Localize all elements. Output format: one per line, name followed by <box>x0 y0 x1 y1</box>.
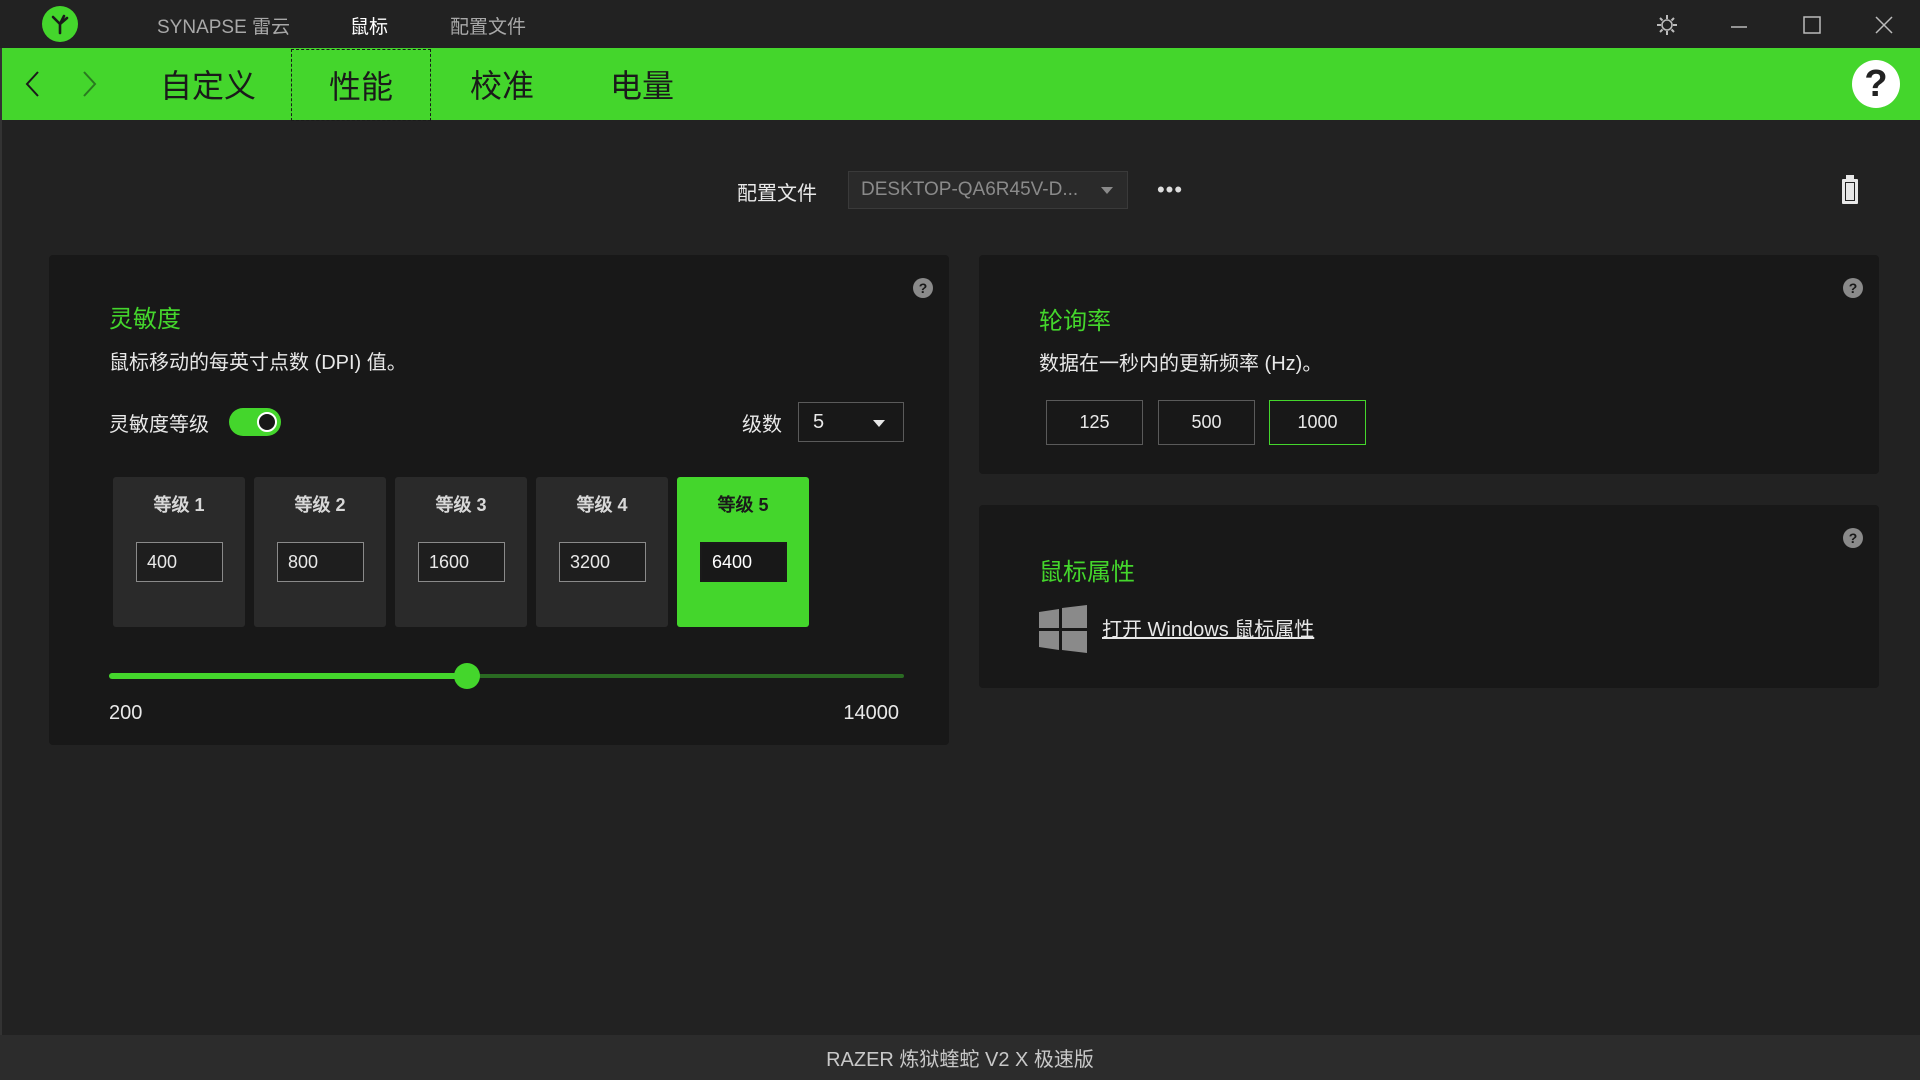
dpi-stage-input[interactable]: 3200 <box>559 542 646 582</box>
dpi-stage-label: 等级 5 <box>717 495 769 515</box>
profile-dropdown[interactable]: DESKTOP-QA6R45V-D... <box>848 171 1128 209</box>
polling-help-icon[interactable]: ? <box>1843 278 1863 298</box>
sensitivity-stages-label: 灵敏度等级 <box>109 414 209 436</box>
dpi-stage-input[interactable]: 1600 <box>418 542 505 582</box>
sensitivity-title: 灵敏度 <box>109 306 181 333</box>
polling-1000-button[interactable]: 1000 <box>1269 400 1366 445</box>
levels-dropdown[interactable]: 5 <box>798 402 904 442</box>
chevron-down-icon <box>1101 187 1113 194</box>
polling-title: 轮询率 <box>1039 308 1111 335</box>
windows-logo-icon <box>1039 605 1087 653</box>
dpi-stage-input[interactable]: 6400 <box>700 542 787 582</box>
levels-label: 级数 <box>742 414 782 436</box>
sensitivity-help-icon[interactable]: ? <box>913 278 933 298</box>
polling-500-button[interactable]: 500 <box>1158 400 1255 445</box>
slider-min-label: 200 <box>109 702 143 724</box>
nav-synapse[interactable]: SYNAPSE 雷云 <box>157 12 290 39</box>
help-question-icon[interactable]: ? <box>1852 60 1900 108</box>
nav-profiles[interactable]: 配置文件 <box>450 12 526 39</box>
levels-value: 5 <box>813 410 825 433</box>
dpi-stage-5[interactable]: 等级 5 6400 <box>677 477 809 627</box>
dpi-slider-thumb[interactable] <box>453 663 480 689</box>
status-bar: RAZER 炼狱蝰蛇 V2 X 极速版 <box>0 1035 1920 1080</box>
slider-max-label: 14000 <box>843 702 899 724</box>
settings-gear-icon[interactable] <box>1652 10 1682 40</box>
dpi-stage-1[interactable]: 等级 1 400 <box>113 477 245 627</box>
more-options-icon[interactable]: ••• <box>1152 172 1188 208</box>
dpi-stage-3[interactable]: 等级 3 1600 <box>395 477 527 627</box>
device-name: RAZER 炼狱蝰蛇 V2 X 极速版 <box>826 1049 1094 1071</box>
dpi-stage-input[interactable]: 800 <box>277 542 364 582</box>
profile-value: DESKTOP-QA6R45V-D... <box>861 179 1079 200</box>
polling-desc: 数据在一秒内的更新频率 (Hz)。 <box>1039 353 1323 375</box>
mouse-props-title: 鼠标属性 <box>1039 559 1135 586</box>
sensitivity-stages-toggle[interactable] <box>229 408 281 436</box>
dpi-stage-label: 等级 2 <box>294 495 346 515</box>
mouse-properties-panel: ? 鼠标属性 打开 Windows 鼠标属性 <box>979 505 1879 688</box>
dpi-stage-4[interactable]: 等级 4 3200 <box>536 477 668 627</box>
window-edge <box>0 48 2 1035</box>
dpi-slider-fill <box>109 673 467 679</box>
tab-bar: 自定义 性能 校准 电量 ? <box>2 48 1920 121</box>
dpi-stage-input[interactable]: 400 <box>136 542 223 582</box>
dpi-stage-2[interactable]: 等级 2 800 <box>254 477 386 627</box>
profile-label: 配置文件 <box>737 183 817 205</box>
nav-mouse[interactable]: 鼠标 <box>350 12 388 39</box>
close-icon[interactable] <box>1869 10 1899 40</box>
open-windows-mouse-properties-link[interactable]: 打开 Windows 鼠标属性 <box>1102 613 1314 642</box>
forward-arrow-icon[interactable] <box>74 66 104 102</box>
dpi-stage-label: 等级 4 <box>576 495 628 515</box>
maximize-icon[interactable] <box>1797 10 1827 40</box>
razer-logo-icon[interactable] <box>42 6 78 42</box>
dpi-stage-label: 等级 1 <box>153 495 205 515</box>
back-arrow-icon[interactable] <box>18 66 48 102</box>
tab-power[interactable]: 电量 <box>592 48 692 120</box>
minimize-icon[interactable] <box>1724 10 1754 40</box>
chevron-down-icon <box>873 420 885 427</box>
tab-calibration[interactable]: 校准 <box>452 48 552 120</box>
tab-performance[interactable]: 性能 <box>291 49 431 121</box>
polling-125-button[interactable]: 125 <box>1046 400 1143 445</box>
dpi-stage-label: 等级 3 <box>435 495 487 515</box>
sensitivity-desc: 鼠标移动的每英寸点数 (DPI) 值。 <box>109 352 407 374</box>
tab-customize[interactable]: 自定义 <box>152 48 264 120</box>
title-bar: SYNAPSE 雷云 鼠标 配置文件 <box>0 0 1920 48</box>
battery-icon <box>1839 174 1861 206</box>
toggle-knob <box>257 412 277 432</box>
mouse-props-help-icon[interactable]: ? <box>1843 528 1863 548</box>
